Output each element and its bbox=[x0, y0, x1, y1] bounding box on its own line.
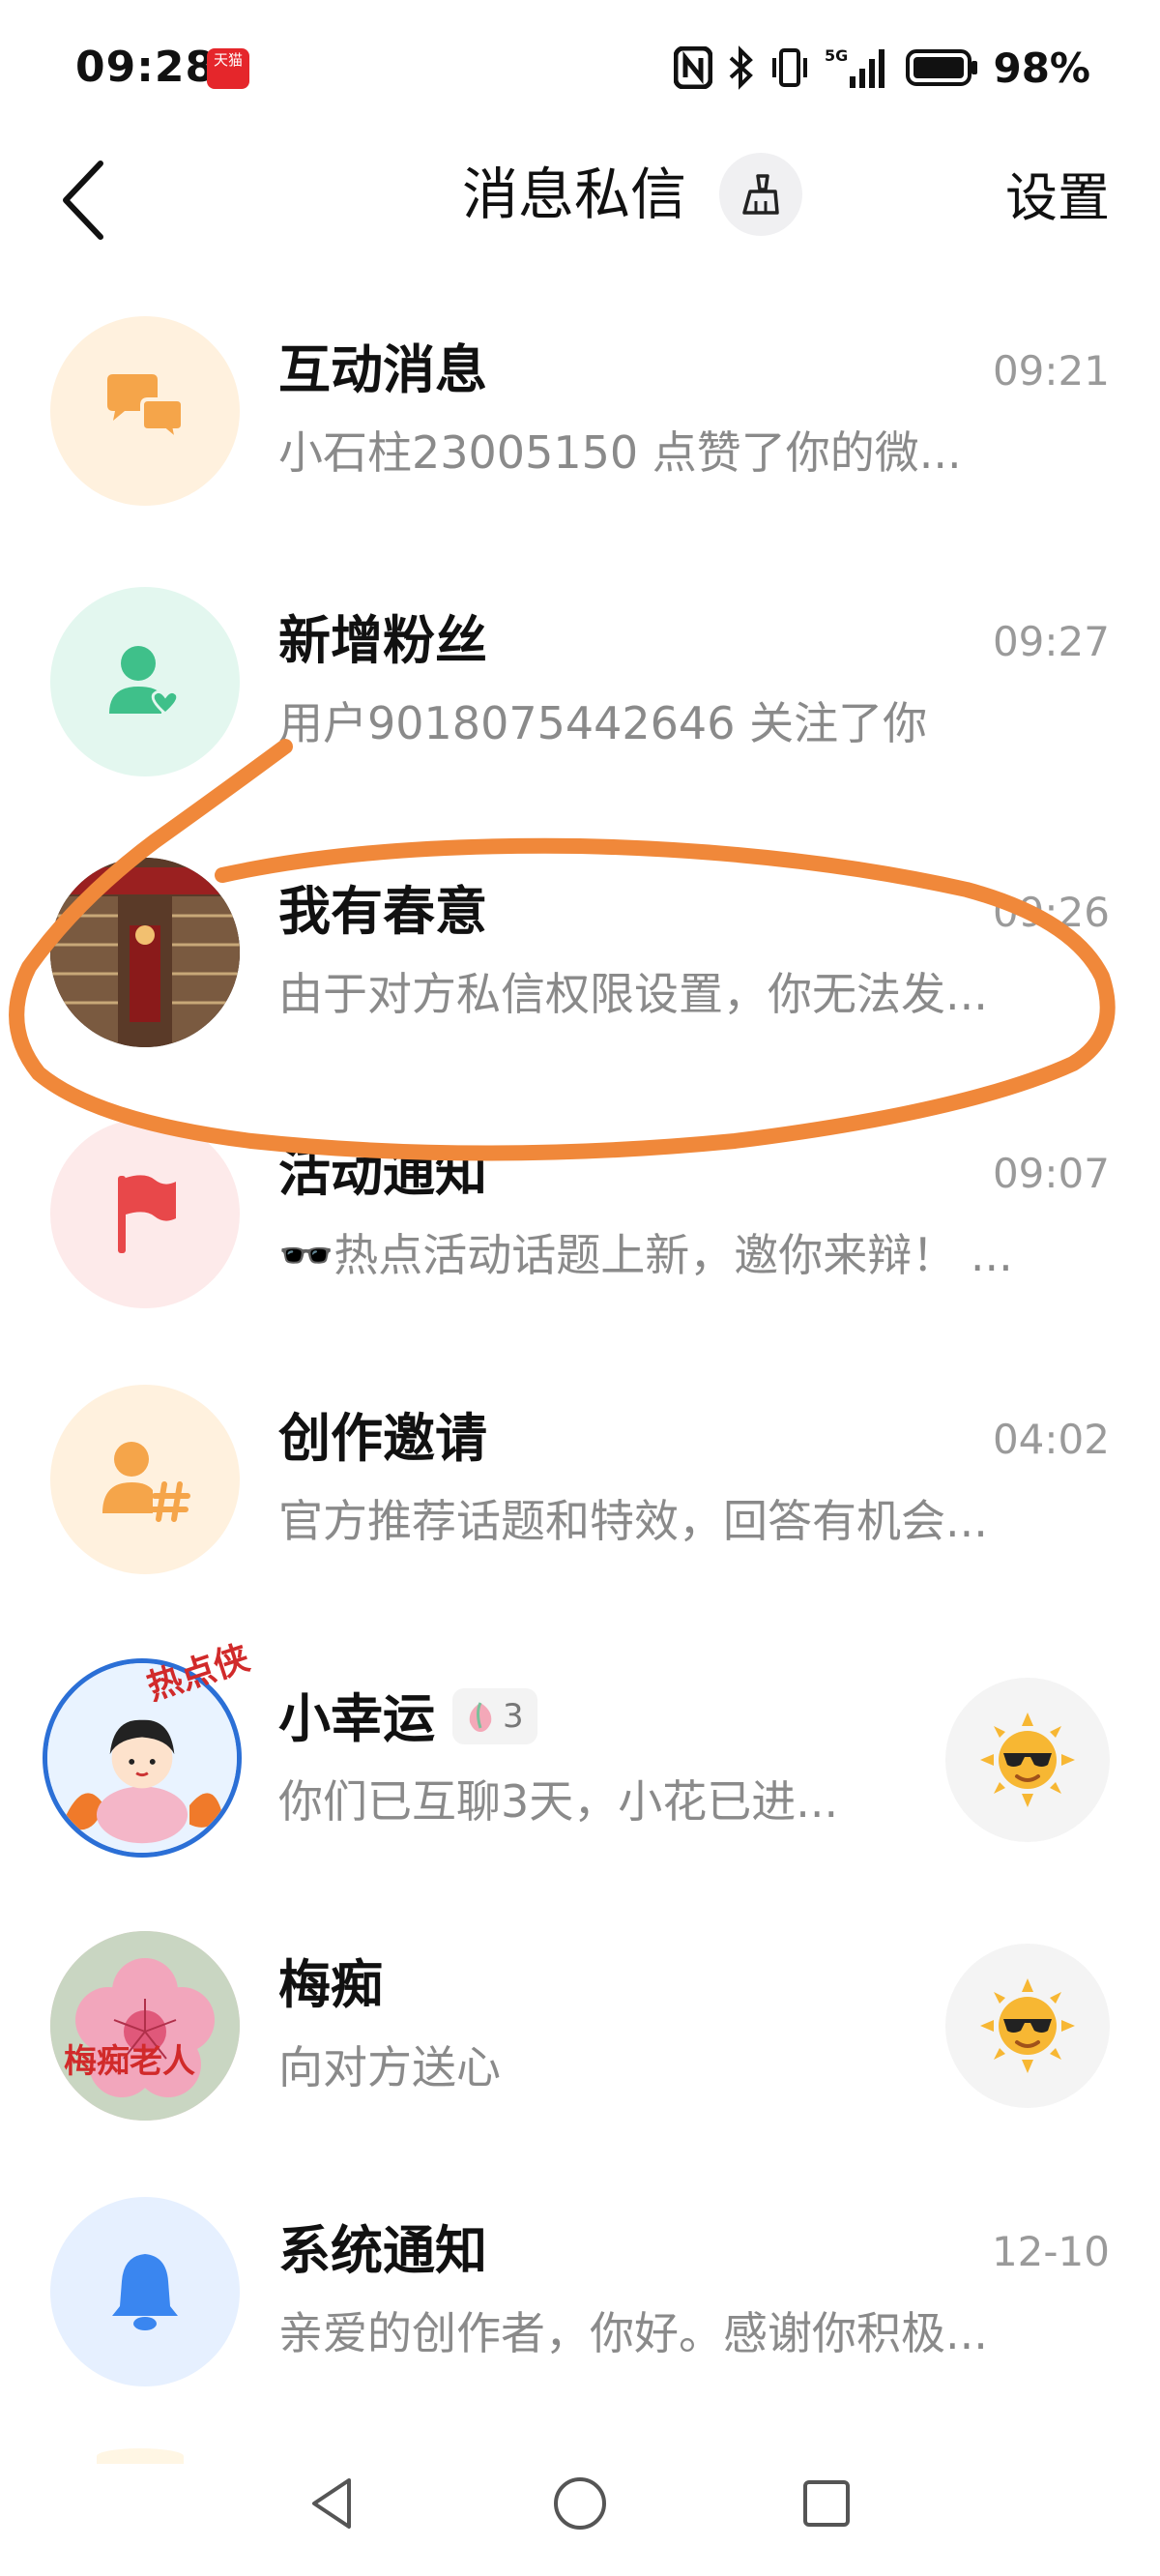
conversation-time: 09:21 bbox=[992, 347, 1110, 395]
status-time: 09:28 bbox=[75, 43, 217, 92]
avatar bbox=[50, 587, 240, 776]
clear-unread-button[interactable] bbox=[719, 153, 802, 236]
settings-button[interactable]: 设置 bbox=[1005, 161, 1110, 236]
triangle-back-icon bbox=[312, 2478, 351, 2529]
conversation-time: 09:26 bbox=[992, 889, 1110, 936]
photo-avatar bbox=[50, 858, 240, 1047]
battery-percentage: 98% bbox=[993, 44, 1090, 92]
conversation-time: 09:07 bbox=[992, 1150, 1110, 1197]
chat-bubbles-icon bbox=[107, 374, 185, 446]
conversation-title-line: 小幸运 3 bbox=[278, 1685, 537, 1753]
avatar-caption: 梅痴老人 bbox=[64, 2042, 195, 2081]
avatar bbox=[50, 858, 240, 1047]
conversation-preview: 官方推荐话题和特效，回答有机会... bbox=[278, 1495, 988, 1547]
conversation-preview: 小石柱23005150 点赞了你的微... bbox=[278, 426, 962, 479]
conversation-title: 活动通知 bbox=[278, 1142, 487, 1203]
conversation-title: 创作邀请 bbox=[278, 1408, 487, 1469]
avatar bbox=[50, 2197, 240, 2386]
square-recents-icon bbox=[803, 2480, 850, 2527]
list-item-creation-invite[interactable]: 创作邀请 官方推荐话题和特效，回答有机会... 04:02 bbox=[0, 1359, 1160, 1600]
conversation-title: 系统通知 bbox=[278, 2220, 487, 2281]
conversation-time: 09:27 bbox=[992, 618, 1110, 665]
battery-icon bbox=[906, 48, 979, 87]
user-heart-icon bbox=[109, 646, 180, 716]
circle-home-icon bbox=[554, 2477, 606, 2530]
intimacy-badge: 3 bbox=[452, 1688, 537, 1745]
list-item-chat-woyouchunyi[interactable]: 我有春意 由于对方私信权限设置，你无法发... 09:26 bbox=[0, 832, 1160, 1073]
avatar bbox=[50, 1119, 240, 1308]
status-bar: 09:28 天猫 5G 98% bbox=[0, 0, 1160, 135]
sun-sunglasses-icon bbox=[980, 1712, 1075, 1807]
avatar bbox=[50, 1931, 240, 2121]
avatar bbox=[50, 316, 240, 506]
conversation-title: 互动消息 bbox=[278, 339, 487, 400]
conversation-preview: 你们已互聊3天，小花已进... bbox=[278, 1775, 839, 1828]
nav-home-button[interactable] bbox=[536, 2460, 624, 2547]
nav-recents-button[interactable] bbox=[783, 2460, 870, 2547]
system-navigation-bar bbox=[0, 2446, 1160, 2576]
sun-sunglasses-icon bbox=[980, 1978, 1075, 2073]
conversation-preview: 用户9018075442646 关注了你 bbox=[278, 697, 928, 749]
intimacy-level: 3 bbox=[503, 1697, 524, 1737]
back-button[interactable] bbox=[50, 157, 118, 244]
nav-back-button[interactable] bbox=[290, 2460, 377, 2547]
back-arrow-icon bbox=[63, 161, 103, 240]
conversation-preview: 亲爱的创作者，你好。感谢你积极... bbox=[278, 2307, 988, 2359]
conversation-preview: 由于对方私信权限设置，你无法发... bbox=[278, 968, 988, 1020]
network-type-label: 5G bbox=[825, 46, 848, 65]
page-title: 消息私信 bbox=[462, 161, 687, 227]
conversation-time: 04:02 bbox=[992, 1416, 1110, 1463]
plum-flower-avatar bbox=[50, 1931, 240, 2121]
list-item-activity-notice[interactable]: 活动通知 🕶️热点活动话题上新，邀你来辩！ ... 09:07 bbox=[0, 1093, 1160, 1334]
app-badge-label: 天猫 bbox=[213, 51, 243, 69]
list-item-chat-xiaoxingyun[interactable]: 热点侠 小幸运 3 你们已互聊3天，小花已进... bbox=[0, 1638, 1160, 1881]
list-item-new-followers[interactable]: 新增粉丝 用户9018075442646 关注了你 09:27 bbox=[0, 561, 1160, 803]
conversation-preview: 🕶️热点活动话题上新，邀你来辩！ ... bbox=[278, 1229, 1013, 1281]
broom-icon bbox=[742, 174, 779, 215]
user-hashtag-icon bbox=[102, 1442, 190, 1522]
conversation-time: 12-10 bbox=[991, 2228, 1110, 2275]
send-sticker-button[interactable] bbox=[945, 1944, 1110, 2108]
nfc-icon bbox=[674, 46, 713, 89]
vibrate-icon bbox=[768, 46, 811, 89]
conversation-title: 小幸运 bbox=[278, 1688, 435, 1749]
list-item-chat-meichi[interactable]: 梅痴老人 梅痴 向对方送心 bbox=[0, 1905, 1160, 2147]
tmall-notification-icon: 天猫 bbox=[207, 48, 249, 89]
header: 消息私信 设置 bbox=[0, 135, 1160, 261]
peach-icon bbox=[469, 1702, 492, 1733]
list-item-system-notice[interactable]: 系统通知 亲爱的创作者，你好。感谢你积极... 12-10 bbox=[0, 2171, 1160, 2413]
bell-icon bbox=[112, 2254, 178, 2330]
status-icons: 5G 98% bbox=[674, 44, 1090, 92]
conversation-title: 我有春意 bbox=[278, 881, 487, 942]
list-item-interaction[interactable]: 互动消息 小石柱23005150 点赞了你的微... 09:21 bbox=[0, 290, 1160, 532]
conversation-title: 新增粉丝 bbox=[278, 610, 487, 671]
conversation-preview: 向对方送心 bbox=[278, 2041, 501, 2093]
avatar bbox=[50, 1385, 240, 1574]
send-sticker-button[interactable] bbox=[945, 1678, 1110, 1842]
flag-icon bbox=[118, 1175, 176, 1253]
signal-5g-icon: 5G bbox=[825, 45, 892, 90]
bluetooth-icon bbox=[726, 45, 755, 90]
conversation-title: 梅痴 bbox=[278, 1954, 383, 2015]
